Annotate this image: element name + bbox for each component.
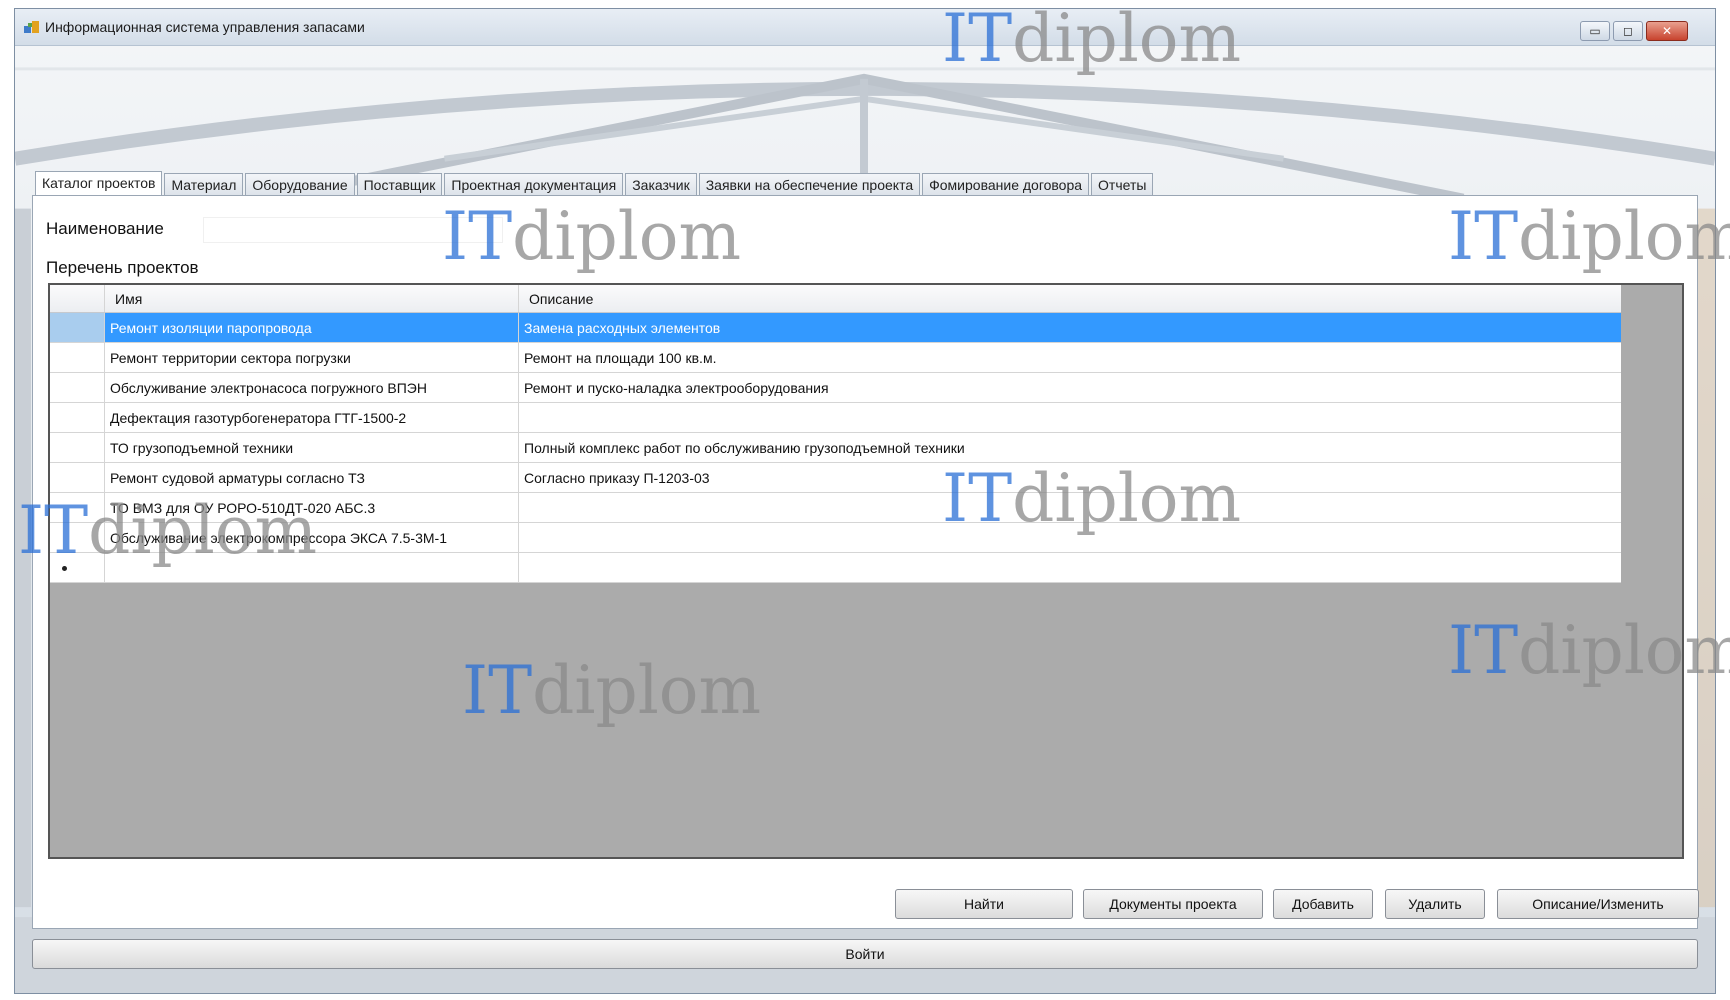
add-button[interactable]: Добавить xyxy=(1273,889,1373,919)
app-window: Информационная система управления запаса… xyxy=(14,8,1716,994)
row-selector[interactable] xyxy=(50,343,105,372)
grid-header-row: Имя Описание xyxy=(50,285,1621,313)
table-row[interactable]: Ремонт территории сектора погрузки Ремон… xyxy=(50,343,1621,373)
cell-description[interactable]: Ремонт на площади 100 кв.м. xyxy=(519,343,1621,372)
projects-grid[interactable]: Имя Описание Ремонт изоляции паропровода… xyxy=(48,283,1684,859)
cell-description[interactable] xyxy=(519,493,1621,522)
tab-equipment[interactable]: Оборудование xyxy=(245,173,355,195)
name-filter-input[interactable] xyxy=(203,217,503,243)
tab-customer[interactable]: Заказчик xyxy=(625,173,697,195)
table-row[interactable]: ТО ВМЗ для ОУ РОРО-510ДТ-020 АБС.3 xyxy=(50,493,1621,523)
maximize-button[interactable]: ◻ xyxy=(1613,21,1643,41)
column-header-name[interactable]: Имя xyxy=(105,285,519,312)
tab-contract-forming[interactable]: Фомирование договора xyxy=(922,173,1090,195)
cell-name[interactable]: Обслуживание электрокомпрессора ЭКСА 7.5… xyxy=(105,523,519,552)
row-selector[interactable] xyxy=(50,403,105,432)
column-header-description[interactable]: Описание xyxy=(519,285,1621,312)
project-list-title: Перечень проектов xyxy=(46,258,199,277)
table-row[interactable]: Обслуживание электрокомпрессора ЭКСА 7.5… xyxy=(50,523,1621,553)
new-row-selector[interactable] xyxy=(50,553,105,582)
project-documents-button[interactable]: Документы проекта xyxy=(1083,889,1263,919)
cell-description[interactable] xyxy=(519,523,1621,552)
minimize-button[interactable]: ▭ xyxy=(1580,21,1610,41)
tab-supplier[interactable]: Поставщик xyxy=(356,173,443,195)
cell-description[interactable]: Ремонт и пуско-наладка электрооборудован… xyxy=(519,373,1621,402)
row-selector[interactable] xyxy=(50,523,105,552)
window-title: Информационная система управления запаса… xyxy=(45,19,365,35)
delete-button[interactable]: Удалить xyxy=(1385,889,1485,919)
row-selector[interactable] xyxy=(50,463,105,492)
login-button[interactable]: Войти xyxy=(32,939,1698,969)
new-cell-name[interactable] xyxy=(105,553,519,582)
app-icon xyxy=(24,21,39,33)
cell-description[interactable]: Согласно приказу П-1203-03 xyxy=(519,463,1621,492)
project-catalog-panel: Наименование Перечень проектов Имя Описа… xyxy=(32,195,1699,929)
row-header-corner xyxy=(50,285,105,312)
cell-name[interactable]: Ремонт изоляции паропровода xyxy=(105,313,519,342)
tab-project-documentation[interactable]: Проектная документация xyxy=(444,173,624,195)
table-row[interactable]: ТО грузоподъемной техники Полный комплек… xyxy=(50,433,1621,463)
cell-name[interactable]: Дефектация газотурбогенератора ГТГ-1500-… xyxy=(105,403,519,432)
cell-name[interactable]: Обслуживание электронасоса погружного ВП… xyxy=(105,373,519,402)
tab-supply-requests[interactable]: Заявки на обеспечение проекта xyxy=(698,173,921,195)
cell-name[interactable]: ТО грузоподъемной техники xyxy=(105,433,519,462)
table-row[interactable]: Обслуживание электронасоса погружного ВП… xyxy=(50,373,1621,403)
row-selector[interactable] xyxy=(50,313,105,342)
table-row[interactable]: Ремонт изоляции паропровода Замена расхо… xyxy=(50,313,1621,343)
tab-project-catalog[interactable]: Каталог проектов xyxy=(35,171,163,195)
cell-name[interactable]: ТО ВМЗ для ОУ РОРО-510ДТ-020 АБС.3 xyxy=(105,493,519,522)
table-row[interactable]: Дефектация газотурбогенератора ГТГ-1500-… xyxy=(50,403,1621,433)
close-button[interactable]: ✕ xyxy=(1646,21,1688,41)
row-selector[interactable] xyxy=(50,373,105,402)
new-cell-description[interactable] xyxy=(519,553,1621,582)
find-button[interactable]: Найти xyxy=(895,889,1073,919)
describe-edit-button[interactable]: Описание/Изменить xyxy=(1497,889,1699,919)
cell-name[interactable]: Ремонт судовой арматуры согласно ТЗ xyxy=(105,463,519,492)
new-row[interactable] xyxy=(50,553,1621,583)
title-bar[interactable]: Информационная система управления запаса… xyxy=(15,9,1715,46)
tab-material[interactable]: Материал xyxy=(164,173,244,195)
row-selector[interactable] xyxy=(50,433,105,462)
cell-name[interactable]: Ремонт территории сектора погрузки xyxy=(105,343,519,372)
cell-description[interactable]: Полный комплекс работ по обслуживанию гр… xyxy=(519,433,1621,462)
row-selector[interactable] xyxy=(50,493,105,522)
tab-reports[interactable]: Отчеты xyxy=(1091,173,1154,195)
cell-description[interactable]: Замена расходных элементов xyxy=(519,313,1621,342)
new-row-marker-icon xyxy=(62,566,67,571)
tab-strip: Каталог проектов Материал Оборудование П… xyxy=(35,171,1154,195)
table-row[interactable]: Ремонт судовой арматуры согласно ТЗ Согл… xyxy=(50,463,1621,493)
name-filter-label: Наименование xyxy=(46,219,164,238)
cell-description[interactable] xyxy=(519,403,1621,432)
